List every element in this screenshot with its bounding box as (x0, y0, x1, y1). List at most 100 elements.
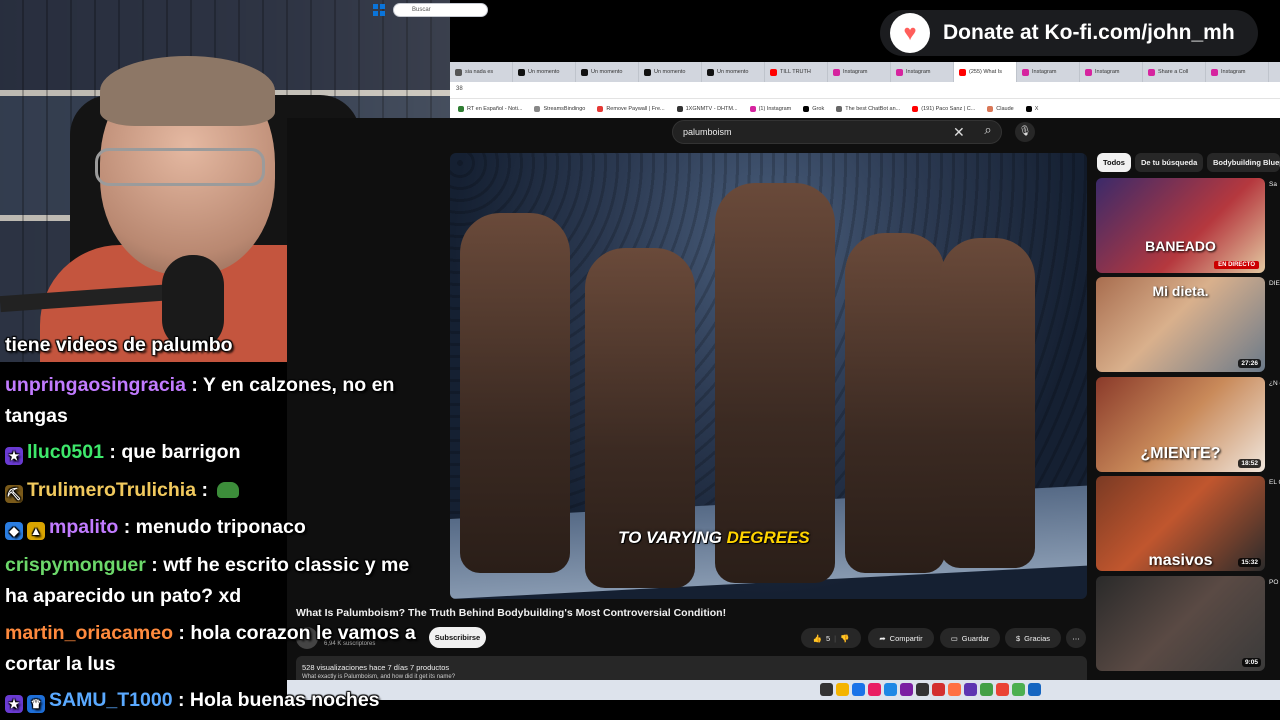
taskbar-app-icon[interactable] (964, 683, 977, 696)
tab-favicon-icon (1085, 68, 1092, 76)
bookmark-item[interactable]: StreamsBindingo (534, 105, 585, 112)
live-badge: EN DIRECTO (1214, 261, 1259, 269)
bookmark-favicon-icon (1025, 105, 1032, 112)
recommended-video-title[interactable]: ¿N de (1269, 379, 1280, 389)
taskbar-app-icon[interactable] (836, 683, 849, 696)
browser-tab[interactable]: Instagram (891, 62, 954, 82)
bodybuilder-figure (715, 183, 835, 583)
video-duration: 27:26 (1238, 359, 1261, 368)
windows-start-icon[interactable] (373, 4, 385, 16)
browser-tab[interactable]: (255) What Is (954, 62, 1017, 82)
taskbar-app-icon[interactable] (932, 683, 945, 696)
taskbar-app-icon[interactable] (980, 683, 993, 696)
tab-label: Un momento (591, 69, 623, 75)
taskbar-app-icon[interactable] (820, 683, 833, 696)
browser-tab[interactable]: Instagram (1080, 62, 1143, 82)
chat-message: ★ lluc0501 : que barrigon (5, 437, 425, 468)
browser-tab[interactable]: sia nada es (450, 62, 513, 82)
browser-tab[interactable]: Share a Coll (1143, 62, 1206, 82)
bookmark-favicon-icon (676, 105, 683, 112)
tab-label: Instagram (843, 69, 868, 75)
chat-username: SAMU_T1000 (49, 689, 173, 711)
tab-favicon-icon (581, 68, 588, 76)
chip-all[interactable]: Todos (1097, 153, 1131, 172)
thanks-icon: $ (1015, 633, 1021, 643)
kofi-text: Donate at Ko-fi.com/john_mh (943, 21, 1235, 44)
browser-tab[interactable]: Un momento (576, 62, 639, 82)
chip-bodybuilding[interactable]: Bodybuilding Bluep (1207, 153, 1280, 172)
bookmark-item[interactable]: Remove Paywall | Fre... (597, 105, 665, 112)
taskbar-app-icon[interactable] (868, 683, 881, 696)
frog-emote-icon (217, 482, 240, 498)
taskbar-app-icon[interactable] (1028, 683, 1041, 696)
more-actions-icon[interactable]: ⋯ (1066, 628, 1086, 648)
bookmark-item[interactable]: X (1025, 105, 1038, 112)
chat-message: ★ ♛ SAMU_T1000 : Hola buenas noches (5, 685, 425, 716)
clear-search-icon[interactable]: ✕ (953, 124, 965, 141)
bookmark-item[interactable]: 1XGNMTV - DHTM... (676, 105, 738, 112)
tab-strip: sia nada es Un momento Un momento Un moment… (450, 62, 1280, 82)
stream-layout: ♥ Donate at Ko-fi.com/john_mh sia nada e… (0, 0, 1280, 720)
taskbar-app-icon[interactable] (884, 683, 897, 696)
bookmark-item[interactable]: The best ChatBot an... (836, 105, 900, 112)
browser-tab[interactable]: Un momento (513, 62, 576, 82)
save-icon: ▭ (950, 633, 958, 643)
share-button[interactable]: ➦ Compartir (868, 628, 934, 648)
taskbar-app-icon[interactable] (996, 683, 1009, 696)
bookmark-favicon-icon (458, 105, 464, 112)
tab-label: Un momento (717, 69, 749, 75)
browser-tab[interactable]: Instagram (828, 62, 891, 82)
like-icon[interactable]: 👍 (813, 634, 822, 643)
chat-text: : que barrigon (103, 441, 241, 463)
chat-message: martin_oriacameo : hola corazon le vamos… (5, 618, 425, 680)
taskbar-app-icon[interactable] (852, 683, 865, 696)
bookmark-item[interactable]: RT en Español - Noti... (458, 105, 522, 112)
browser-tab[interactable]: Instagram (1206, 62, 1269, 82)
search-icon[interactable]: ⌕ (977, 122, 999, 142)
browser-tab[interactable]: Un momento (702, 62, 765, 82)
bookmark-label: Claude (996, 105, 1014, 112)
taskbar-search-input[interactable]: Buscar (393, 3, 488, 17)
video-caption: TO VARYING DEGREES (618, 528, 810, 548)
tab-favicon-icon (1211, 68, 1218, 76)
pill-divider: | (834, 633, 837, 643)
taskbar-app-icon[interactable] (948, 683, 961, 696)
bookmark-item[interactable]: (191) Paco Sanz | C... (912, 105, 975, 112)
chat-text: : menudo triponaco (118, 516, 306, 538)
browser-tab[interactable]: Un momento (639, 62, 702, 82)
taskbar-app-icon[interactable] (916, 683, 929, 696)
tab-label: Instagram (1032, 69, 1057, 75)
bookmark-item[interactable]: Claude (987, 105, 1014, 112)
bookmark-label: (1) Instagram (758, 105, 792, 112)
recommended-video-title[interactable]: Sa (1269, 180, 1280, 190)
recommended-video-thumbnail[interactable]: BANEADO EN DIRECTO (1096, 178, 1265, 273)
thanks-button[interactable]: $ Gracias (1005, 628, 1061, 648)
like-dislike-button[interactable]: 👍 5 | 👎 (801, 628, 861, 648)
recommended-video-title[interactable]: DIE en (1269, 279, 1280, 289)
recommended-video-thumbnail[interactable]: 9:05 (1096, 576, 1265, 671)
recommended-video-thumbnail[interactable]: masivos 15:32 (1096, 476, 1265, 571)
voice-search-icon[interactable]: 🎙 (1015, 122, 1035, 142)
bookmark-item[interactable]: Grok (803, 105, 824, 112)
recommended-video-thumbnail[interactable]: Mi dieta. 27:26 (1096, 277, 1265, 372)
browser-tab[interactable]: Instagram (1017, 62, 1080, 82)
share-label: Compartir (889, 633, 923, 643)
dislike-icon[interactable]: 👎 (840, 634, 849, 643)
tab-favicon-icon (1148, 68, 1155, 76)
taskbar-app-icon[interactable] (1012, 683, 1025, 696)
save-button[interactable]: ▭ Guardar (940, 628, 1000, 648)
chip-from-search[interactable]: De tu búsqueda (1135, 153, 1204, 172)
tab-label: Un momento (654, 69, 686, 75)
address-bar[interactable]: 38 (450, 82, 1280, 98)
streamer-hair (100, 56, 275, 126)
kofi-cup-icon: ♥ (890, 13, 930, 53)
tab-label: Un momento (528, 69, 560, 75)
recommended-video-thumbnail[interactable]: ¿MIENTE? 18:52 (1096, 377, 1265, 472)
bookmark-favicon-icon (836, 105, 843, 112)
taskbar-app-icon[interactable] (900, 683, 913, 696)
recommended-video-title[interactable]: PO PE (1269, 578, 1280, 588)
chat-username: mpalito (49, 516, 119, 538)
bookmark-item[interactable]: (1) Instagram (749, 105, 792, 112)
recommended-video-title[interactable]: EL CR (1269, 478, 1280, 488)
browser-tab[interactable]: TILL TRUTH (765, 62, 828, 82)
